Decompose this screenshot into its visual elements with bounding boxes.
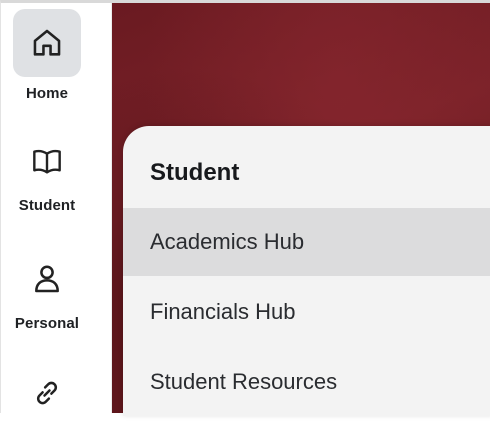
nav-item-links[interactable] bbox=[1, 359, 93, 427]
home-icon bbox=[33, 29, 61, 56]
nav-icon-container bbox=[13, 127, 81, 195]
menu-item-academics-hub[interactable]: Academics Hub bbox=[123, 208, 490, 276]
nav-item-home[interactable]: Home bbox=[1, 9, 93, 102]
book-icon bbox=[33, 149, 61, 174]
nav-item-personal[interactable]: Personal bbox=[1, 245, 93, 332]
nav-icon-container bbox=[13, 9, 81, 77]
nav-label-personal: Personal bbox=[14, 315, 80, 332]
nav-icon-container bbox=[13, 245, 81, 313]
menu-title: Student bbox=[150, 159, 240, 186]
nav-label-student: Student bbox=[18, 197, 76, 214]
menu-item-financials-hub[interactable]: Financials Hub bbox=[123, 278, 490, 346]
menu-item-student-resources[interactable]: Student Resources bbox=[123, 348, 490, 416]
nav-label-home: Home bbox=[25, 85, 69, 102]
nav-item-student[interactable]: Student bbox=[1, 127, 93, 214]
student-menu: Student Academics Hub Financials Hub Stu… bbox=[123, 126, 490, 416]
nav-rail: Home Student Personal bbox=[1, 3, 112, 413]
nav-icon-container bbox=[13, 359, 81, 427]
link-icon bbox=[36, 381, 58, 405]
person-icon bbox=[35, 265, 59, 293]
